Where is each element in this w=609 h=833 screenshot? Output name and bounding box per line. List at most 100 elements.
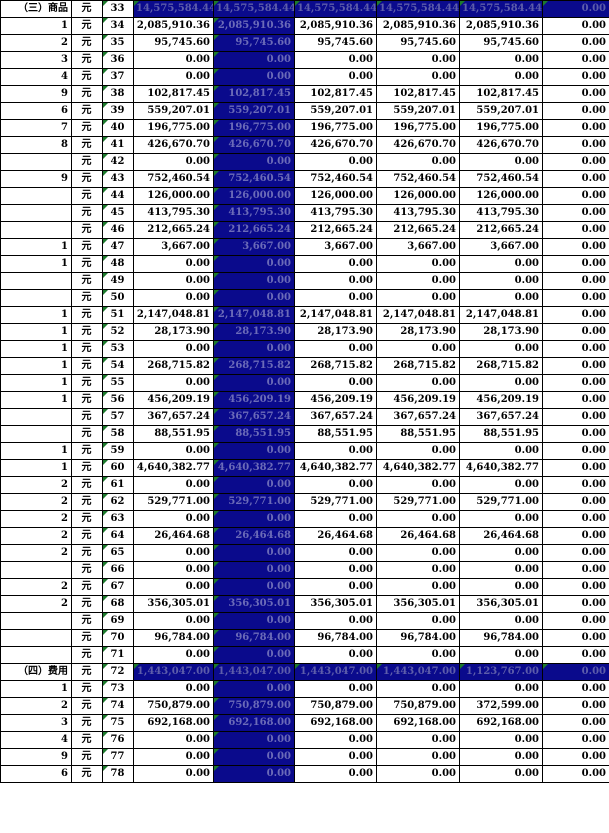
value-cell[interactable]: 4,640,382.77: [213, 459, 295, 477]
value-cell[interactable]: 0.00: [133, 255, 214, 273]
value-cell[interactable]: 0.00: [542, 748, 609, 766]
value-cell[interactable]: 2,085,910.36: [294, 17, 377, 35]
item-label-cell[interactable]: 3: [0, 714, 72, 732]
value-cell[interactable]: 356,305.01: [133, 595, 214, 613]
item-label-cell[interactable]: 2: [0, 578, 72, 596]
value-cell[interactable]: 750,879.00: [294, 697, 377, 715]
value-cell[interactable]: 1,443,047.00: [294, 663, 377, 681]
value-cell[interactable]: 529,771.00: [376, 493, 460, 511]
item-label-cell[interactable]: 1: [0, 255, 72, 273]
value-cell[interactable]: 268,715.82: [459, 357, 543, 375]
value-cell[interactable]: 0.00: [542, 51, 609, 69]
value-cell[interactable]: 3,667.00: [459, 238, 543, 256]
unit-cell[interactable]: 元: [71, 544, 103, 562]
value-cell[interactable]: 367,657.24: [459, 408, 543, 426]
value-cell[interactable]: 0.00: [133, 442, 214, 460]
value-cell[interactable]: 0.00: [294, 612, 377, 630]
value-cell[interactable]: 0.00: [542, 136, 609, 154]
value-cell[interactable]: 0.00: [376, 255, 460, 273]
value-cell[interactable]: 559,207.01: [294, 102, 377, 120]
item-label-cell[interactable]: 6: [0, 102, 72, 120]
value-cell[interactable]: 3,667.00: [213, 238, 295, 256]
value-cell[interactable]: 96,784.00: [133, 629, 214, 647]
unit-cell[interactable]: 元: [71, 578, 103, 596]
value-cell[interactable]: 426,670.70: [376, 136, 460, 154]
unit-cell[interactable]: 元: [71, 459, 103, 477]
value-cell[interactable]: 692,168.00: [133, 714, 214, 732]
row-number-cell[interactable]: 60: [102, 459, 134, 477]
value-cell[interactable]: 0.00: [213, 544, 295, 562]
value-cell[interactable]: 0.00: [459, 544, 543, 562]
item-label-cell[interactable]: 2: [0, 34, 72, 52]
value-cell[interactable]: 356,305.01: [376, 595, 460, 613]
value-cell[interactable]: 0.00: [459, 289, 543, 307]
value-cell[interactable]: 0.00: [542, 714, 609, 732]
row-number-cell[interactable]: 61: [102, 476, 134, 494]
value-cell[interactable]: 3,667.00: [133, 238, 214, 256]
unit-cell[interactable]: 元: [71, 527, 103, 545]
item-label-cell[interactable]: 4: [0, 731, 72, 749]
value-cell[interactable]: 0.00: [542, 170, 609, 188]
unit-cell[interactable]: 元: [71, 646, 103, 664]
value-cell[interactable]: 0.00: [294, 748, 377, 766]
value-cell[interactable]: 0.00: [133, 68, 214, 86]
item-label-cell[interactable]: [0, 646, 72, 664]
value-cell[interactable]: 0.00: [542, 17, 609, 35]
item-label-cell[interactable]: （四）费用: [0, 663, 72, 681]
row-number-cell[interactable]: 62: [102, 493, 134, 511]
value-cell[interactable]: 102,817.45: [213, 85, 295, 103]
value-cell[interactable]: 0.00: [294, 476, 377, 494]
value-cell[interactable]: 559,207.01: [213, 102, 295, 120]
value-cell[interactable]: 0.00: [542, 765, 609, 783]
row-number-cell[interactable]: 52: [102, 323, 134, 341]
value-cell[interactable]: 0.00: [213, 765, 295, 783]
value-cell[interactable]: 2,085,910.36: [459, 17, 543, 35]
value-cell[interactable]: 0.00: [542, 34, 609, 52]
value-cell[interactable]: 2,147,048.81: [376, 306, 460, 324]
value-cell[interactable]: 0.00: [542, 595, 609, 613]
value-cell[interactable]: 96,784.00: [376, 629, 460, 647]
value-cell[interactable]: 0.00: [294, 255, 377, 273]
row-number-cell[interactable]: 51: [102, 306, 134, 324]
value-cell[interactable]: 0.00: [133, 510, 214, 528]
value-cell[interactable]: 4,640,382.77: [133, 459, 214, 477]
item-label-cell[interactable]: 3: [0, 51, 72, 69]
value-cell[interactable]: 196,775.00: [294, 119, 377, 137]
value-cell[interactable]: 559,207.01: [376, 102, 460, 120]
value-cell[interactable]: 0.00: [294, 765, 377, 783]
value-cell[interactable]: 692,168.00: [459, 714, 543, 732]
value-cell[interactable]: 28,173.90: [133, 323, 214, 341]
item-label-cell[interactable]: 2: [0, 476, 72, 494]
value-cell[interactable]: 752,460.54: [133, 170, 214, 188]
value-cell[interactable]: 4,640,382.77: [294, 459, 377, 477]
value-cell[interactable]: 0.00: [376, 68, 460, 86]
value-cell[interactable]: 4,640,382.77: [459, 459, 543, 477]
value-cell[interactable]: 268,715.82: [376, 357, 460, 375]
unit-cell[interactable]: 元: [71, 102, 103, 120]
value-cell[interactable]: 426,670.70: [459, 136, 543, 154]
row-number-cell[interactable]: 49: [102, 272, 134, 290]
value-cell[interactable]: 0.00: [459, 612, 543, 630]
value-cell[interactable]: 0.00: [542, 697, 609, 715]
value-cell[interactable]: 0.00: [294, 289, 377, 307]
unit-cell[interactable]: 元: [71, 442, 103, 460]
value-cell[interactable]: 126,000.00: [213, 187, 295, 205]
value-cell[interactable]: 0.00: [376, 442, 460, 460]
row-number-cell[interactable]: 34: [102, 17, 134, 35]
unit-cell[interactable]: 元: [71, 221, 103, 239]
row-number-cell[interactable]: 65: [102, 544, 134, 562]
value-cell[interactable]: 0.00: [294, 68, 377, 86]
value-cell[interactable]: 0.00: [542, 374, 609, 392]
row-number-cell[interactable]: 50: [102, 289, 134, 307]
value-cell[interactable]: 212,665.24: [459, 221, 543, 239]
value-cell[interactable]: 126,000.00: [376, 187, 460, 205]
value-cell[interactable]: 0.00: [542, 119, 609, 137]
item-label-cell[interactable]: 9: [0, 170, 72, 188]
value-cell[interactable]: 0.00: [133, 272, 214, 290]
value-cell[interactable]: 0.00: [542, 340, 609, 358]
value-cell[interactable]: 1,443,047.00: [133, 663, 214, 681]
value-cell[interactable]: 3,667.00: [294, 238, 377, 256]
item-label-cell[interactable]: 1: [0, 238, 72, 256]
item-label-cell[interactable]: 8: [0, 136, 72, 154]
unit-cell[interactable]: 元: [71, 680, 103, 698]
